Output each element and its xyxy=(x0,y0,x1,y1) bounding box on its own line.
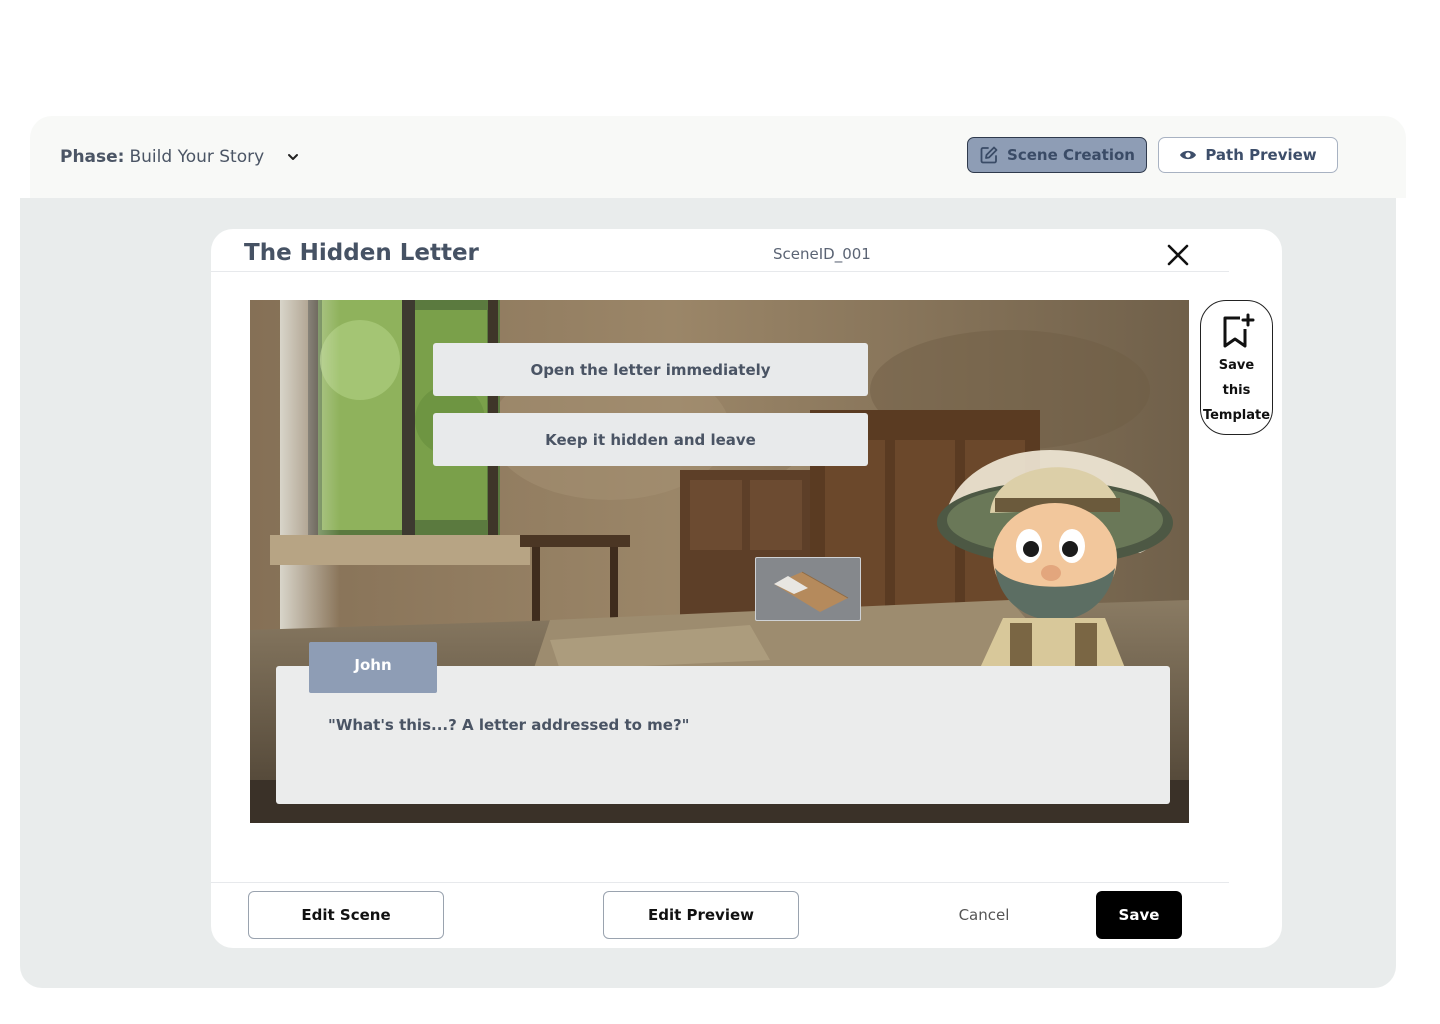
path-preview-button[interactable]: Path Preview xyxy=(1158,137,1338,173)
footer-divider xyxy=(211,882,1229,883)
scene-modal: The Hidden Letter SceneID_001 Open the l… xyxy=(211,229,1282,948)
scene-id: SceneID_001 xyxy=(773,245,871,263)
eye-icon xyxy=(1180,150,1197,160)
phase-value: Build Your Story xyxy=(129,147,265,167)
scene-creation-label: Scene Creation xyxy=(1007,146,1135,164)
edit-scene-button[interactable]: Edit Scene xyxy=(248,891,444,939)
scene-canvas[interactable]: Open the letter immediately Keep it hidd… xyxy=(250,300,1189,823)
edit-preview-button[interactable]: Edit Preview xyxy=(603,891,799,939)
edit-icon xyxy=(980,146,998,164)
envelope-icon xyxy=(774,571,849,612)
save-template-button[interactable]: Save this Template xyxy=(1200,300,1273,435)
dialog-line: "What's this...? A letter addressed to m… xyxy=(328,716,690,734)
speaker-name-tag[interactable]: John xyxy=(309,642,437,693)
chevron-down-icon xyxy=(288,154,299,160)
cancel-button[interactable]: Cancel xyxy=(941,891,1027,939)
character-image xyxy=(937,449,1173,668)
choice-button-2[interactable]: Keep it hidden and leave xyxy=(433,413,868,466)
bookmark-plus-icon xyxy=(1223,313,1254,348)
save-template-label-3: Template xyxy=(1202,408,1271,423)
close-icon[interactable] xyxy=(1166,243,1190,267)
path-preview-label: Path Preview xyxy=(1205,146,1317,164)
scene-creation-button[interactable]: Scene Creation xyxy=(967,137,1147,173)
header-divider xyxy=(211,271,1229,272)
phase-selector[interactable]: Phase: Build Your Story xyxy=(60,147,300,167)
letter-prop-image[interactable] xyxy=(755,557,861,621)
save-template-label-2: this xyxy=(1222,383,1251,398)
phase-bar: Phase: Build Your Story Scene Creation P… xyxy=(30,116,1406,198)
choice-button-1[interactable]: Open the letter immediately xyxy=(433,343,868,396)
scene-title: The Hidden Letter xyxy=(244,240,479,266)
save-button[interactable]: Save xyxy=(1096,891,1182,939)
save-template-label-1: Save xyxy=(1218,358,1255,373)
phase-label: Phase: xyxy=(60,147,125,167)
